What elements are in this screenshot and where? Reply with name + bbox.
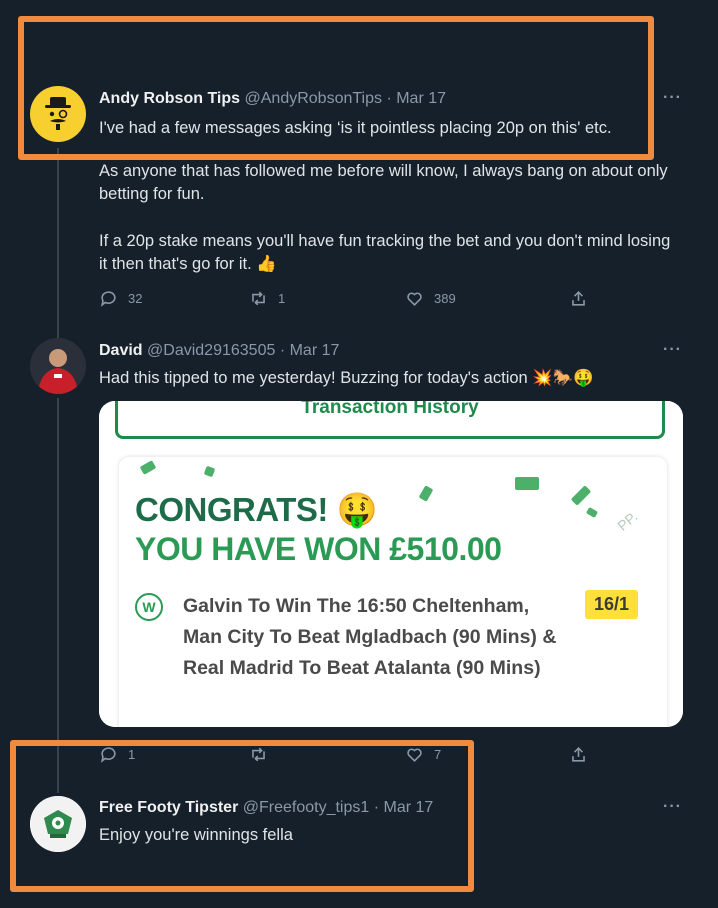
money-icon — [418, 485, 434, 502]
money-icon — [585, 506, 599, 519]
win-badge: W — [135, 593, 163, 621]
retweet-count: 1 — [278, 291, 286, 306]
share-button[interactable] — [569, 745, 588, 764]
odds-badge: 16/1 — [585, 590, 639, 619]
more-options-icon[interactable]: ··· — [663, 798, 682, 816]
tweet-actions: 32 1 389 — [99, 289, 599, 313]
like-button[interactable]: 389 — [405, 289, 456, 308]
share-button[interactable] — [569, 289, 588, 308]
reply-icon — [100, 291, 116, 307]
retweet-icon — [252, 291, 265, 306]
share-icon — [572, 747, 585, 762]
more-options-icon[interactable]: ··· — [663, 341, 682, 359]
avatar[interactable] — [30, 338, 86, 394]
reply-count: 32 — [128, 291, 143, 306]
transaction-history-header: Transaction History — [115, 401, 665, 439]
winnings-heading: YOU HAVE WON £510.00 — [135, 531, 502, 567]
handle[interactable]: @David29163505 — [147, 342, 275, 359]
tweet-text-line: As anyone that has followed me before wi… — [99, 162, 668, 203]
reply-button[interactable]: 32 — [99, 289, 142, 308]
tweet-text: Had this tipped to me yesterday! Buzzing… — [99, 369, 594, 387]
highlight-box — [18, 16, 654, 160]
share-icon — [572, 291, 585, 306]
retweet-button[interactable]: 1 — [249, 289, 285, 308]
timestamp[interactable]: · Mar 17 — [280, 342, 340, 359]
congrats-heading: CONGRATS! 🤑 — [135, 491, 378, 528]
tweet-header: David @David29163505 · Mar 17 — [99, 342, 339, 360]
bet-slip-image[interactable]: Transaction History PP. CONGRATS! 🤑 YOU … — [99, 401, 683, 727]
bet-description: Galvin To Win The 16:50 Cheltenham, Man … — [183, 595, 557, 679]
money-icon — [203, 465, 216, 478]
tweet-text-line: If a 20p stake means you'll have fun tra… — [99, 232, 671, 273]
money-icon — [515, 477, 539, 490]
money-icon — [139, 460, 157, 475]
more-options-icon[interactable]: ··· — [663, 89, 682, 107]
player-photo-icon — [30, 338, 86, 394]
win-panel: PP. CONGRATS! 🤑 YOU HAVE WON £510.00 W G… — [119, 457, 667, 727]
watermark: PP. — [614, 508, 641, 534]
display-name[interactable]: David — [99, 342, 143, 359]
money-icon — [570, 485, 592, 506]
highlight-box — [10, 740, 474, 892]
like-count: 389 — [434, 291, 456, 306]
thread-line — [57, 148, 59, 338]
thread-line — [57, 398, 59, 793]
heart-icon — [407, 292, 422, 306]
